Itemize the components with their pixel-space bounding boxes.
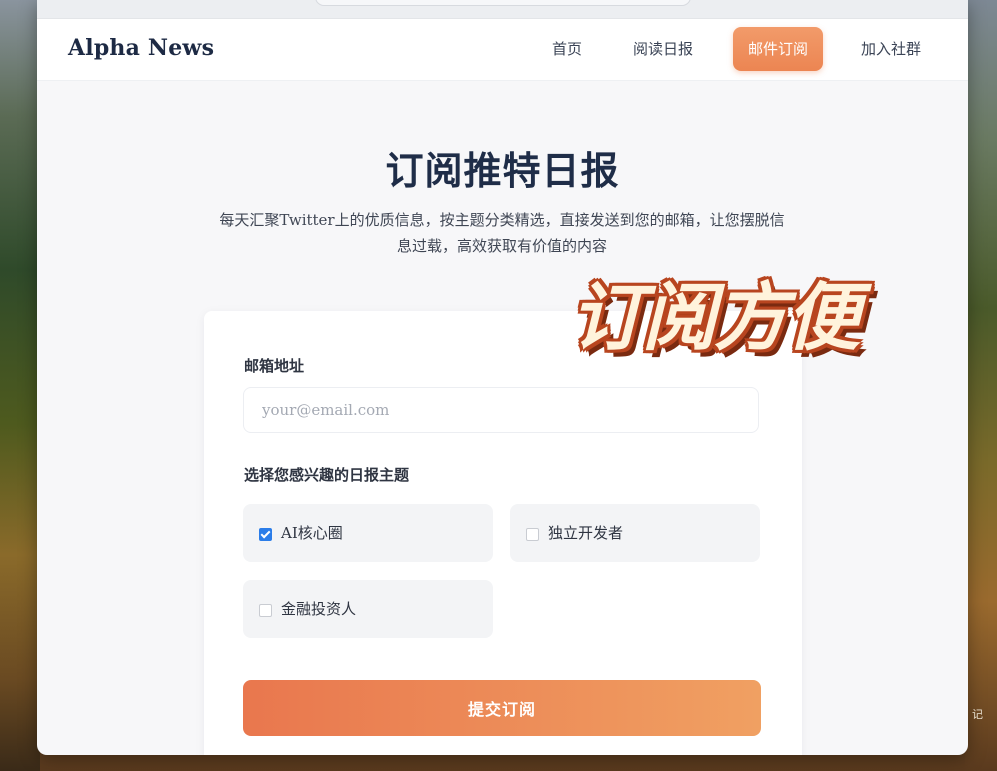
subscribe-form-card: 邮箱地址 选择您感兴趣的日报主题 AI核心圈 独立开发者 金融投资人 提交订阅 — [204, 311, 802, 755]
promo-sticker-text: 订阅方便 — [570, 275, 860, 361]
topic-option-indie-dev[interactable]: 独立开发者 — [510, 504, 760, 562]
page-title: 订阅推特日报 — [385, 148, 620, 193]
topic-option-finance[interactable]: 金融投资人 — [243, 580, 493, 638]
site-logo[interactable]: Alpha News — [68, 35, 214, 61]
browser-toolbar — [37, 0, 968, 19]
nav-item-home[interactable]: 首页 — [537, 27, 597, 71]
watermark-text: 记 — [972, 708, 983, 721]
topic-option-ai[interactable]: AI核心圈 — [243, 504, 493, 562]
topics-label: 选择您感兴趣的日报主题 — [244, 466, 410, 484]
page-subtitle: 每天汇聚Twitter上的优质信息，按主题分类精选，直接发送到您的邮箱，让您摆脱… — [202, 207, 802, 259]
topic-label: AI核心圈 — [281, 524, 343, 542]
background-right — [965, 0, 997, 771]
topic-label: 金融投资人 — [281, 600, 357, 618]
nav-item-join-community[interactable]: 加入社群 — [851, 27, 931, 71]
email-label: 邮箱地址 — [244, 357, 305, 375]
browser-window: Alpha News 首页 阅读日报 邮件订阅 加入社群 订阅推特日报 每天汇聚… — [37, 0, 968, 755]
topic-label: 独立开发者 — [548, 524, 624, 542]
email-field[interactable] — [243, 387, 759, 433]
nav-item-daily-read[interactable]: 阅读日报 — [625, 27, 701, 71]
nav-item-email-subscribe[interactable]: 邮件订阅 — [733, 27, 823, 71]
subtitle-line-1: 每天汇聚Twitter上的优质信息，按主题分类精选，直接发送到您的邮箱，让您摆脱… — [219, 211, 785, 229]
site-header: Alpha News 首页 阅读日报 邮件订阅 加入社群 — [37, 19, 968, 81]
subtitle-line-2: 息过载，高效获取有价值的内容 — [396, 237, 607, 255]
submit-subscribe-button[interactable]: 提交订阅 — [243, 680, 761, 736]
address-bar[interactable] — [315, 0, 691, 6]
checkbox-unchecked[interactable] — [526, 528, 539, 541]
background-left — [0, 0, 40, 771]
checkbox-checked[interactable] — [259, 528, 272, 541]
checkbox-unchecked[interactable] — [259, 604, 272, 617]
